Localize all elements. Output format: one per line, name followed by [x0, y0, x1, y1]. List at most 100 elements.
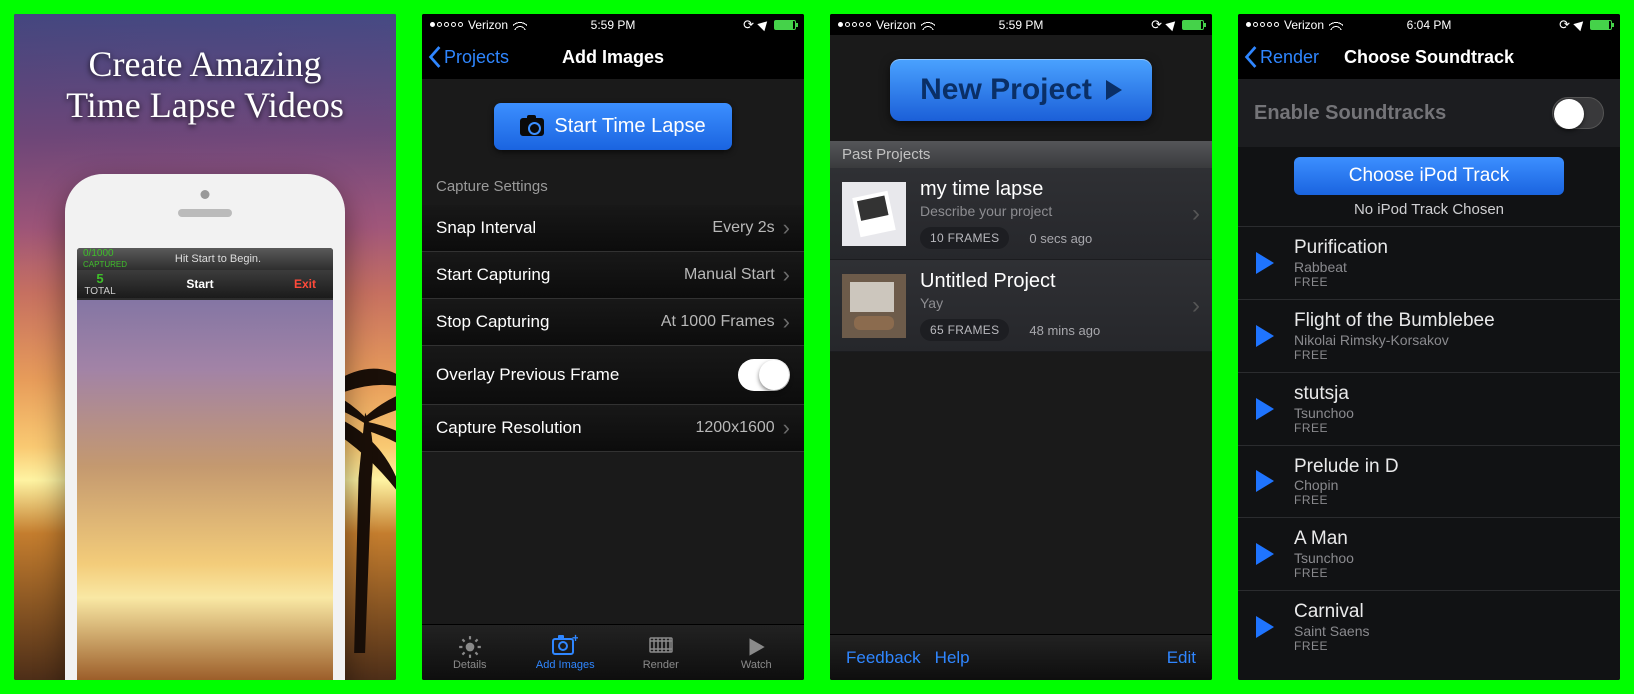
project-title: my time lapse [920, 178, 1178, 201]
chevron-right-icon: › [783, 268, 790, 281]
new-project-button[interactable]: New Project [890, 59, 1152, 121]
setting-row[interactable]: Overlay Previous Frame [422, 346, 804, 405]
track-row[interactable]: PurificationRabbeatFREE [1238, 226, 1620, 299]
frame-count-badge: 10 FRAMES [920, 227, 1009, 249]
back-button[interactable]: Render [1238, 46, 1319, 68]
tab-label: Watch [741, 659, 772, 671]
hero-headline-l2: Time Lapse Videos [14, 85, 396, 126]
frame-count-badge: 65 FRAMES [920, 319, 1009, 341]
track-row[interactable]: A ManTsunchooFREE [1238, 517, 1620, 590]
soundtrack-panel: Verizon 6:04 PM ⟳ Render Choose Soundtra… [1238, 14, 1620, 680]
project-row[interactable]: my time lapse Describe your project 10 FRA… [830, 168, 1212, 260]
track-price: FREE [1294, 566, 1354, 580]
chevron-right-icon: › [1192, 292, 1200, 320]
start-time-lapse-button[interactable]: Start Time Lapse [494, 103, 731, 150]
add-images-panel: Verizon 5:59 PM ⟳ Projects Add Images St… [422, 14, 804, 680]
total-counter: 5 TOTAL [77, 271, 123, 297]
track-price: FREE [1294, 348, 1495, 362]
enable-soundtracks-switch[interactable] [1552, 97, 1604, 129]
settings-list: Snap Interval Every 2s› Start CapturingMan… [422, 205, 804, 452]
track-artist: Saint Saens [1294, 623, 1370, 639]
toggle-switch[interactable] [738, 359, 790, 391]
tab-label: Render [643, 659, 679, 671]
edit-button[interactable]: Edit [1167, 648, 1196, 668]
play-icon [1106, 80, 1122, 100]
carrier-label: Verizon [468, 18, 508, 32]
setting-value: Every 2s› [712, 219, 790, 237]
tab-details[interactable]: Details [422, 625, 518, 680]
setting-value: At 1000 Frames› [661, 313, 790, 331]
past-projects-header: Past Projects [830, 141, 1212, 168]
tab-add-images[interactable]: +Add Images [518, 625, 614, 680]
help-link[interactable]: Help [935, 648, 970, 668]
projects-panel: Verizon 5:59 PM ⟳ New Project Past Proje… [830, 14, 1212, 680]
enable-soundtracks-label: Enable Soundtracks [1254, 102, 1446, 125]
track-artist: Tsunchoo [1294, 405, 1354, 421]
track-price: FREE [1294, 275, 1388, 289]
track-price: FREE [1294, 639, 1370, 653]
status-bar: Verizon 5:59 PM ⟳ [830, 14, 1212, 35]
setting-label: Overlay Previous Frame [436, 365, 619, 385]
track-artist: Rabbeat [1294, 259, 1388, 275]
play-icon[interactable] [1256, 543, 1274, 565]
chevron-right-icon: › [1192, 200, 1200, 228]
tab-render[interactable]: Render [613, 625, 709, 680]
setting-row[interactable]: Capture Resolution1200x1600› [422, 405, 804, 452]
chevron-left-icon [1244, 46, 1258, 68]
track-title: Prelude in D [1294, 456, 1399, 478]
nav-bar: Render Choose Soundtrack [1238, 35, 1620, 79]
track-row[interactable]: Prelude in DChopinFREE [1238, 445, 1620, 518]
exit-button[interactable]: Exit [277, 277, 333, 291]
wifi-icon [921, 20, 935, 30]
setting-row[interactable]: Stop Capturing At 1000 Frames› [422, 299, 804, 346]
track-price: FREE [1294, 421, 1354, 435]
setting-row[interactable]: Start CapturingManual Start› [422, 252, 804, 299]
feedback-link[interactable]: Feedback [846, 648, 921, 668]
tab-icon [457, 634, 483, 656]
project-description: Describe your project [920, 203, 1178, 219]
project-row[interactable]: Untitled ProjectYay65 FRAMES48 mins ago› [830, 260, 1212, 352]
play-icon[interactable] [1256, 252, 1274, 274]
battery-icon [1590, 20, 1612, 30]
project-thumbnail [842, 182, 906, 246]
play-icon[interactable] [1256, 398, 1274, 420]
choose-ipod-track-button[interactable]: Choose iPod Track [1294, 157, 1564, 195]
carrier-label: Verizon [1284, 18, 1324, 32]
setting-label: Stop Capturing [436, 312, 549, 332]
chevron-right-icon: › [783, 221, 790, 234]
section-capture-settings: Capture Settings [422, 160, 804, 205]
nav-bar: Projects Add Images [422, 35, 804, 79]
enable-soundtracks-row: Enable Soundtracks [1238, 79, 1620, 147]
chevron-left-icon [428, 46, 442, 68]
project-title: Untitled Project [920, 270, 1178, 293]
track-row[interactable]: CarnivalSaint SaensFREE [1238, 590, 1620, 663]
phone-mockup: 0/1000 CAPTURED Hit Start to Begin. 5 TO… [65, 174, 345, 680]
no-track-chosen-label: No iPod Track Chosen [1238, 201, 1620, 218]
tab-icon: + [552, 634, 578, 656]
hero-headline: Create Amazing Time Lapse Videos [14, 44, 396, 127]
setting-label: Snap Interval [436, 218, 536, 238]
back-button[interactable]: Projects [422, 46, 509, 68]
track-row[interactable]: stutsjaTsunchooFREE [1238, 372, 1620, 445]
track-row[interactable]: Flight of the BumblebeeNikolai Rimsky-Ko… [1238, 299, 1620, 372]
hint-text: Hit Start to Begin. [133, 253, 303, 265]
setting-row[interactable]: Snap Interval Every 2s› [422, 205, 804, 252]
chevron-right-icon: › [783, 421, 790, 434]
track-price: FREE [1294, 493, 1399, 507]
tab-icon [648, 634, 674, 656]
tab-bar: Details +Add Images Render Watch [422, 624, 804, 680]
setting-label: Start Capturing [436, 265, 550, 285]
play-icon[interactable] [1256, 616, 1274, 638]
tab-watch[interactable]: Watch [709, 625, 805, 680]
start-button[interactable]: Start [123, 277, 277, 291]
tab-label: Details [453, 659, 487, 671]
camera-icon [520, 118, 544, 136]
new-project-label: New Project [920, 73, 1092, 107]
tab-icon [743, 634, 769, 656]
setting-value: 1200x1600› [695, 419, 790, 437]
captured-counter: 0/1000 CAPTURED [77, 248, 133, 270]
location-icon [1165, 18, 1178, 31]
play-icon[interactable] [1256, 470, 1274, 492]
play-icon[interactable] [1256, 325, 1274, 347]
svg-text:+: + [572, 634, 578, 645]
